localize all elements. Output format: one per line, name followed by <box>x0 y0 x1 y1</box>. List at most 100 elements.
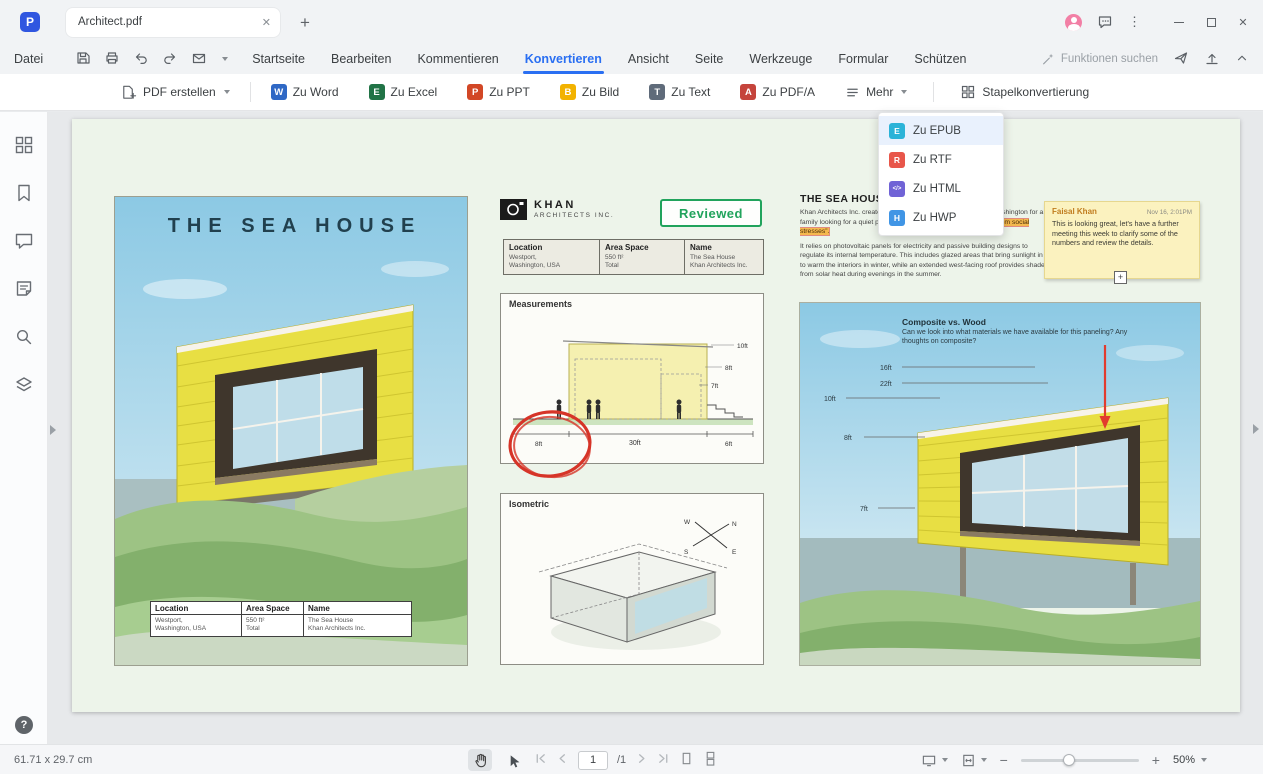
poster-left: THE SEA HOUSE Location Area Space Name W… <box>115 197 467 665</box>
svg-text:6ft: 6ft <box>725 441 732 448</box>
next-page-button[interactable] <box>635 752 648 768</box>
expand-left-panel-handle[interactable] <box>50 425 56 435</box>
zoom-out-button[interactable]: − <box>1000 752 1008 768</box>
convert-pdfa-button[interactable]: A Zu PDF/A <box>740 84 815 100</box>
poster-right: 16ft 22ft 10ft 8ft 7ft Composite vs. Woo… <box>800 303 1200 665</box>
feedback-chat-icon[interactable] <box>1094 11 1116 33</box>
svg-text:7ft: 7ft <box>860 506 868 513</box>
company-logo: KHAN ARCHITECTS INC. <box>500 199 614 220</box>
info-table: Location Area Space Name Westport, Washi… <box>503 239 764 275</box>
menu-formular[interactable]: Formular <box>838 44 888 74</box>
menu-ansicht[interactable]: Ansicht <box>628 44 669 74</box>
thumbnails-panel-icon[interactable] <box>13 134 35 156</box>
menu-item-zu-html[interactable]: </> Zu HTML <box>879 174 1003 203</box>
last-page-button[interactable] <box>657 752 670 768</box>
expand-right-panel-handle[interactable] <box>1253 424 1259 434</box>
reviewed-stamp[interactable]: Reviewed <box>660 199 762 227</box>
menu-konvertieren[interactable]: Konvertieren <box>525 44 602 74</box>
zoom-level-select[interactable]: 50% <box>1173 754 1207 766</box>
fit-screen-button[interactable] <box>921 753 948 768</box>
convert-ppt-button[interactable]: P Zu PPT <box>467 84 530 100</box>
sticky-note-comment[interactable]: Faisal Khan Nov 16, 2:01PM This is looki… <box>1044 201 1200 279</box>
menu-item-zu-epub[interactable]: E Zu EPUB <box>879 116 1003 145</box>
continuous-view-icon[interactable] <box>703 751 718 769</box>
batch-grid-icon <box>960 84 976 100</box>
share-icon[interactable] <box>1173 50 1189 69</box>
menu-werkzeuge[interactable]: Werkzeuge <box>749 44 812 74</box>
print-icon[interactable] <box>104 50 120 69</box>
menu-file[interactable]: Datei <box>14 52 43 66</box>
collapse-toolbar-icon[interactable] <box>1235 51 1249 68</box>
close-button[interactable]: ✕ <box>1227 0 1259 44</box>
save-icon[interactable] <box>75 50 91 69</box>
page-number-input[interactable] <box>578 751 608 770</box>
right-paragraph-2: It relies on photovoltaic panels for ele… <box>800 242 1048 280</box>
excel-icon: E <box>369 84 385 100</box>
notes-panel-icon[interactable] <box>13 278 35 300</box>
help-button[interactable]: ? <box>15 716 33 734</box>
menu-item-zu-rtf[interactable]: R Zu RTF <box>879 145 1003 174</box>
isometric-drawing: N W S E <box>501 514 765 664</box>
hand-tool-button[interactable] <box>468 749 492 771</box>
document-tab[interactable]: Architect.pdf ✕ <box>66 8 280 37</box>
comment-anchor-icon[interactable]: + <box>1114 271 1127 284</box>
feature-search[interactable]: Funktionen suchen <box>1041 52 1158 66</box>
menu-item-zu-hwp[interactable]: H Zu HWP <box>879 203 1003 232</box>
qat-customize-icon[interactable] <box>222 57 228 61</box>
menu-bearbeiten[interactable]: Bearbeiten <box>331 44 391 74</box>
menu-seite[interactable]: Seite <box>695 44 724 74</box>
undo-icon[interactable] <box>133 50 149 69</box>
zoom-slider-handle[interactable] <box>1063 754 1075 766</box>
pdf-page[interactable]: THE SEA HOUSE Location Area Space Name W… <box>72 119 1240 712</box>
menu-kommentieren[interactable]: Kommentieren <box>417 44 498 74</box>
menu-items: Startseite Bearbeiten Kommentieren Konve… <box>252 44 966 74</box>
select-tool-button[interactable] <box>501 749 525 771</box>
convert-excel-button[interactable]: E Zu Excel <box>369 84 438 100</box>
prev-page-button[interactable] <box>556 752 569 768</box>
red-circle-annotation[interactable] <box>505 406 597 486</box>
svg-text:E: E <box>732 549 737 556</box>
cursor-icon <box>506 753 521 768</box>
zoom-in-button[interactable]: + <box>1152 752 1160 768</box>
convert-image-button[interactable]: B Zu Bild <box>560 84 619 100</box>
tab-close-icon[interactable]: ✕ <box>262 16 271 29</box>
khan-logo-icon <box>500 199 527 220</box>
zoom-slider[interactable] <box>1021 749 1139 771</box>
menu-startseite[interactable]: Startseite <box>252 44 305 74</box>
convert-word-button[interactable]: W Zu Word <box>271 84 339 100</box>
first-page-button[interactable] <box>534 752 547 768</box>
create-pdf-icon <box>120 84 137 101</box>
single-page-view-icon[interactable] <box>679 751 694 769</box>
app-logo-icon: P <box>20 12 40 32</box>
menu-schuetzen[interactable]: Schützen <box>914 44 966 74</box>
measurements-title: Measurements <box>509 299 572 309</box>
more-formats-button[interactable]: Mehr <box>845 85 907 100</box>
more-options-icon[interactable]: ⋮ <box>1128 14 1141 30</box>
bookmarks-panel-icon[interactable] <box>13 182 35 204</box>
rtf-icon: R <box>889 152 905 168</box>
layers-panel-icon[interactable] <box>13 374 35 396</box>
create-pdf-button[interactable]: PDF erstellen <box>120 84 230 101</box>
text-callout-annotation[interactable]: Composite vs. Wood Can we look into what… <box>902 317 1142 347</box>
note-timestamp: Nov 16, 2:01PM <box>1147 209 1192 216</box>
redo-icon[interactable] <box>162 50 178 69</box>
fit-width-button[interactable] <box>961 753 987 768</box>
more-formats-menu: E Zu EPUB R Zu RTF </> Zu HTML H Zu HWP <box>878 112 1004 236</box>
user-avatar[interactable] <box>1065 14 1082 31</box>
search-panel-icon[interactable] <box>13 326 35 348</box>
upload-cloud-icon[interactable] <box>1204 50 1220 69</box>
comments-panel-icon[interactable] <box>13 230 35 252</box>
email-icon[interactable] <box>191 50 207 69</box>
minimize-button[interactable] <box>1163 0 1195 44</box>
batch-convert-button[interactable]: Stapelkonvertierung <box>960 84 1089 100</box>
magic-wand-icon <box>1041 52 1055 66</box>
sea-house-illustration <box>115 197 467 665</box>
sea-house-illustration-2: 16ft 22ft 10ft 8ft 7ft <box>800 303 1200 665</box>
poster-info-table: Location Area Space Name Westport, Washi… <box>150 601 412 637</box>
new-tab-button[interactable]: + <box>300 14 310 31</box>
svg-text:S: S <box>684 549 689 556</box>
note-body: This is looking great, let's have a furt… <box>1052 219 1192 248</box>
maximize-button[interactable] <box>1195 0 1227 44</box>
convert-text-button[interactable]: T Zu Text <box>649 84 710 100</box>
document-canvas[interactable]: W <box>48 112 1263 744</box>
